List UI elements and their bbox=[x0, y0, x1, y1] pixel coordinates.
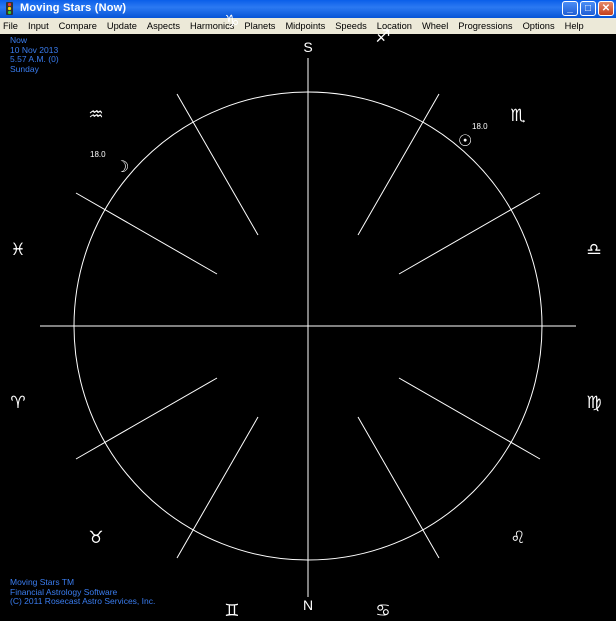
scorpio-icon: ♏ bbox=[510, 106, 526, 126]
moon-degree: 18.0 bbox=[90, 150, 106, 159]
menu-bar: File Input Compare Update Aspects Harmon… bbox=[0, 18, 616, 34]
menu-update[interactable]: Update bbox=[103, 18, 137, 34]
menu-help[interactable]: Help bbox=[561, 18, 584, 34]
close-icon: ✕ bbox=[601, 3, 611, 14]
north-label: N bbox=[302, 597, 314, 613]
division-line bbox=[398, 192, 541, 275]
aries-icon: ♈ bbox=[10, 393, 26, 413]
footer-copyright: (C) 2011 Rosecast Astro Services, Inc. bbox=[10, 596, 156, 606]
taurus-icon: ♉ bbox=[88, 528, 104, 548]
sun-icon: ☉ bbox=[458, 131, 473, 150]
window-title: Moving Stars (Now) bbox=[20, 2, 127, 14]
traffic-light-icon bbox=[6, 2, 13, 15]
menu-wheel[interactable]: Wheel bbox=[418, 18, 448, 34]
sagittarius-icon: ♐ bbox=[375, 27, 391, 47]
division-line bbox=[75, 192, 218, 275]
virgo-icon: ♍ bbox=[586, 393, 602, 413]
division-line bbox=[357, 416, 440, 559]
division-line bbox=[357, 93, 440, 236]
division-line bbox=[398, 377, 541, 460]
title-bar[interactable]: Moving Stars (Now) _ □ ✕ bbox=[0, 0, 616, 18]
pisces-icon: ♓ bbox=[10, 240, 26, 260]
sun-degree: 18.0 bbox=[472, 122, 488, 131]
menu-file[interactable]: File bbox=[0, 18, 18, 34]
menu-options[interactable]: Options bbox=[519, 18, 555, 34]
minimize-button[interactable]: _ bbox=[562, 1, 578, 16]
capricorn-icon: ♑ bbox=[224, 12, 240, 32]
chart-weekday: Sunday bbox=[10, 63, 39, 74]
menu-compare[interactable]: Compare bbox=[55, 18, 97, 34]
menu-progressions[interactable]: Progressions bbox=[454, 18, 512, 34]
footer-info: Moving Stars TM Financial Astrology Soft… bbox=[10, 577, 156, 607]
maximize-button[interactable]: □ bbox=[580, 1, 596, 16]
division-line bbox=[176, 93, 259, 236]
close-button[interactable]: ✕ bbox=[598, 1, 614, 16]
menu-aspects[interactable]: Aspects bbox=[143, 18, 180, 34]
libra-icon: ♎ bbox=[586, 240, 602, 260]
menu-input[interactable]: Input bbox=[24, 18, 49, 34]
chart-info: Now 10 Nov 2013 5.57 A.M. (0) Sunday bbox=[10, 35, 59, 74]
maximize-icon: □ bbox=[584, 3, 592, 14]
division-line bbox=[176, 416, 259, 559]
menu-planets[interactable]: Planets bbox=[240, 18, 275, 34]
south-label: S bbox=[303, 39, 313, 55]
menu-speeds[interactable]: Speeds bbox=[331, 18, 367, 34]
aquarius-icon: ♒ bbox=[88, 105, 104, 125]
division-line bbox=[75, 377, 218, 460]
leo-icon: ♌ bbox=[510, 528, 526, 548]
moon-icon: ☽ bbox=[115, 157, 130, 176]
gemini-icon: ♊ bbox=[224, 601, 240, 621]
minimize-icon: _ bbox=[567, 3, 573, 14]
cancer-icon: ♋ bbox=[375, 601, 391, 621]
menu-midpoints[interactable]: Midpoints bbox=[281, 18, 325, 34]
